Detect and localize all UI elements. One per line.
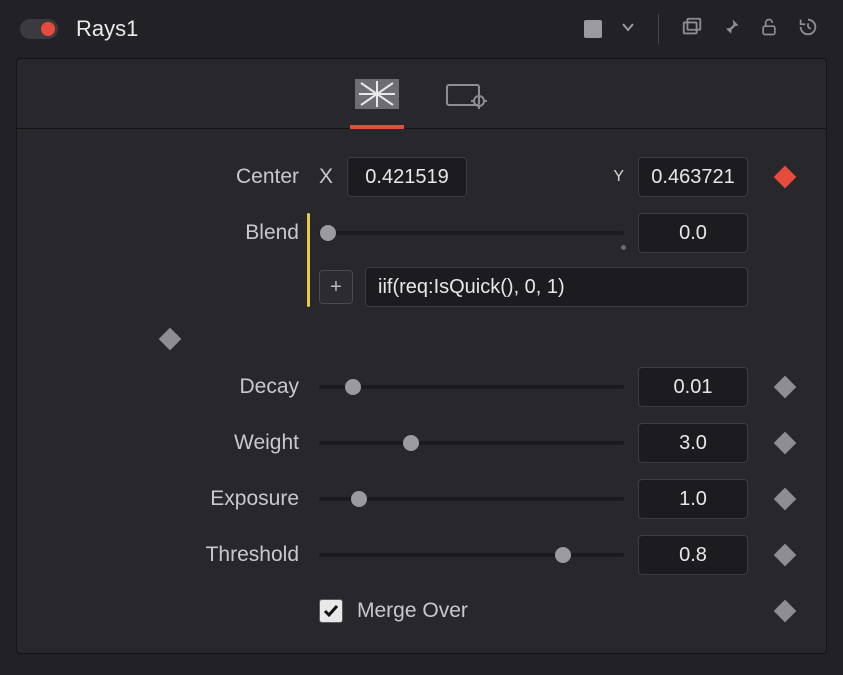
blend-value-field[interactable]: 0.0 (638, 213, 748, 253)
blend-expression-field[interactable]: iif(req:IsQuick(), 0, 1) (365, 267, 748, 307)
merge-over-group: Merge Over (319, 599, 748, 623)
weight-slider[interactable] (319, 432, 624, 454)
merge-over-checkbox[interactable] (319, 599, 343, 623)
blend-keyframe[interactable] (35, 321, 305, 347)
inspector-header: Rays1 (0, 0, 843, 58)
tab-strip (17, 59, 826, 129)
exposure-slider[interactable] (319, 488, 624, 510)
center-y-label: Y (613, 168, 624, 186)
center-x-field[interactable]: 0.421519 (347, 157, 467, 197)
node-name[interactable]: Rays1 (76, 16, 138, 42)
param-row-threshold: Threshold 0.8 (35, 527, 808, 583)
threshold-label: Threshold (35, 543, 305, 567)
threshold-value-field[interactable]: 0.8 (638, 535, 748, 575)
exposure-value-field[interactable]: 1.0 (638, 479, 748, 519)
center-y-group: Y 0.463721 (638, 157, 748, 197)
decay-value-field[interactable]: 0.01 (638, 367, 748, 407)
exposure-label: Exposure (35, 487, 305, 511)
blend-expression-row: + iif(req:IsQuick(), 0, 1) (319, 267, 748, 307)
weight-keyframe[interactable] (762, 435, 808, 451)
param-row-exposure: Exposure 1.0 (35, 471, 808, 527)
versions-icon[interactable] (681, 16, 703, 43)
weight-label: Weight (35, 431, 305, 455)
lock-icon[interactable] (759, 16, 779, 43)
chevron-down-icon[interactable] (620, 19, 636, 40)
center-x-group: X 0.421519 (319, 157, 624, 197)
merge-over-keyframe[interactable] (762, 603, 808, 619)
threshold-slider[interactable] (319, 544, 624, 566)
add-expression-button[interactable]: + (319, 270, 353, 304)
expression-indicator-bar (307, 213, 310, 307)
node-enable-toggle[interactable] (20, 19, 58, 39)
center-x-label: X (319, 165, 333, 189)
tab-settings[interactable] (444, 77, 490, 111)
param-row-merge-over: Merge Over (35, 583, 808, 639)
inspector-panel: Center X 0.421519 Y 0.463721 Blend (16, 58, 827, 654)
blend-block: 0.0 + iif(req:IsQuick(), 0, 1) (319, 213, 748, 307)
slider-default-marker (621, 245, 626, 250)
center-label: Center (35, 165, 305, 189)
center-keyframe[interactable] (762, 169, 808, 185)
header-tools (584, 14, 819, 44)
merge-over-label: Merge Over (357, 599, 468, 623)
tile-color-chip[interactable] (584, 20, 602, 38)
param-row-weight: Weight 3.0 (35, 415, 808, 471)
divider (658, 14, 659, 44)
exposure-keyframe[interactable] (762, 491, 808, 507)
decay-label: Decay (35, 375, 305, 399)
weight-value-field[interactable]: 3.0 (638, 423, 748, 463)
threshold-keyframe[interactable] (762, 547, 808, 563)
decay-slider[interactable] (319, 376, 624, 398)
reset-icon[interactable] (797, 16, 819, 43)
param-body: Center X 0.421519 Y 0.463721 Blend (17, 129, 826, 653)
decay-keyframe[interactable] (762, 379, 808, 395)
pin-icon[interactable] (721, 17, 741, 42)
param-row-decay: Decay 0.01 (35, 359, 808, 415)
center-y-field[interactable]: 0.463721 (638, 157, 748, 197)
blend-slider[interactable] (319, 222, 624, 244)
blend-label: Blend (35, 213, 305, 245)
param-row-center: Center X 0.421519 Y 0.463721 (35, 149, 808, 205)
tab-controls[interactable] (354, 77, 400, 111)
param-row-blend: Blend 0.0 + iif(req:IsQuick(), 0, 1) (35, 205, 808, 359)
